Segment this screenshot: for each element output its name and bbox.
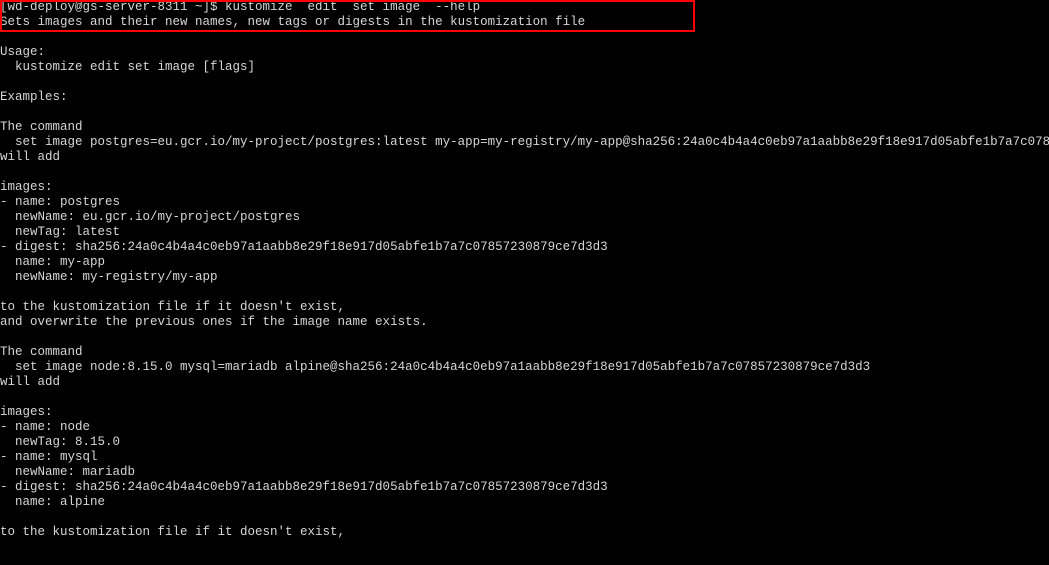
example1-images-block: images: - name: postgres newName: eu.gcr… [0,180,608,284]
example1-note-b: and overwrite the previous ones if the i… [0,315,428,329]
example1-will-add: will add [0,150,60,164]
example2-images-block: images: - name: node newTag: 8.15.0 - na… [0,405,608,509]
shell-prompt-line: [wd-deploy@gs-server-8311 ~]$ kustomize … [0,0,480,14]
example2-note: to the kustomization file if it doesn't … [0,525,345,539]
example1-command: set image postgres=eu.gcr.io/my-project/… [0,135,1049,149]
terminal-output[interactable]: [wd-deploy@gs-server-8311 ~]$ kustomize … [0,0,1049,540]
examples-header: Examples: [0,90,68,104]
usage-line: kustomize edit set image [flags] [0,60,255,74]
example1-note-a: to the kustomization file if it doesn't … [0,300,345,314]
usage-header: Usage: [0,45,45,59]
example1-header: The command [0,120,83,134]
command-description: Sets images and their new names, new tag… [0,15,585,29]
example2-will-add: will add [0,375,60,389]
example2-command: set image node:8.15.0 mysql=mariadb alpi… [0,360,870,374]
example2-header: The command [0,345,83,359]
